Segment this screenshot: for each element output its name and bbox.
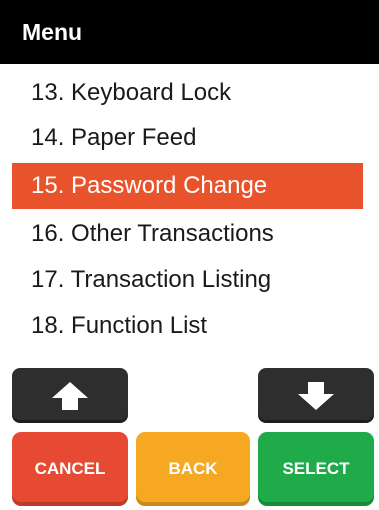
scroll-down-button[interactable]: [258, 368, 374, 423]
menu-item-paper-feed[interactable]: 14. Paper Feed: [12, 115, 363, 161]
menu-item-function-list[interactable]: 18. Function List: [12, 303, 363, 349]
select-button-label: SELECT: [282, 459, 350, 478]
back-button-label: BACK: [168, 459, 218, 478]
menu-item-label: 13. Keyboard Lock: [31, 79, 232, 106]
menu-item-other-transactions[interactable]: 16. Other Transactions: [12, 211, 363, 257]
arrow-up-icon: [52, 381, 88, 410]
menu-item-label: 14. Paper Feed: [31, 124, 197, 151]
back-button[interactable]: BACK: [136, 432, 250, 506]
menu-item-label: 15. Password Change: [31, 172, 268, 199]
menu-item-label: 17. Transaction Listing: [31, 266, 272, 293]
scroll-up-button[interactable]: [12, 368, 128, 423]
menu-item-keyboard-lock[interactable]: 13. Keyboard Lock: [12, 70, 363, 116]
cancel-button-label: CANCEL: [34, 459, 106, 478]
arrow-down-icon: [298, 381, 334, 410]
menu-item-label: 18. Function List: [31, 312, 208, 339]
select-button[interactable]: SELECT: [258, 432, 374, 506]
menu-item-transaction-listing[interactable]: 17. Transaction Listing: [12, 257, 363, 303]
menu-item-password-change[interactable]: 15. Password Change: [12, 163, 363, 209]
page-title: Menu: [22, 18, 83, 45]
cancel-button[interactable]: CANCEL: [12, 432, 128, 506]
menu-header: Menu: [0, 0, 379, 64]
menu-item-label: 16. Other Transactions: [31, 220, 274, 247]
